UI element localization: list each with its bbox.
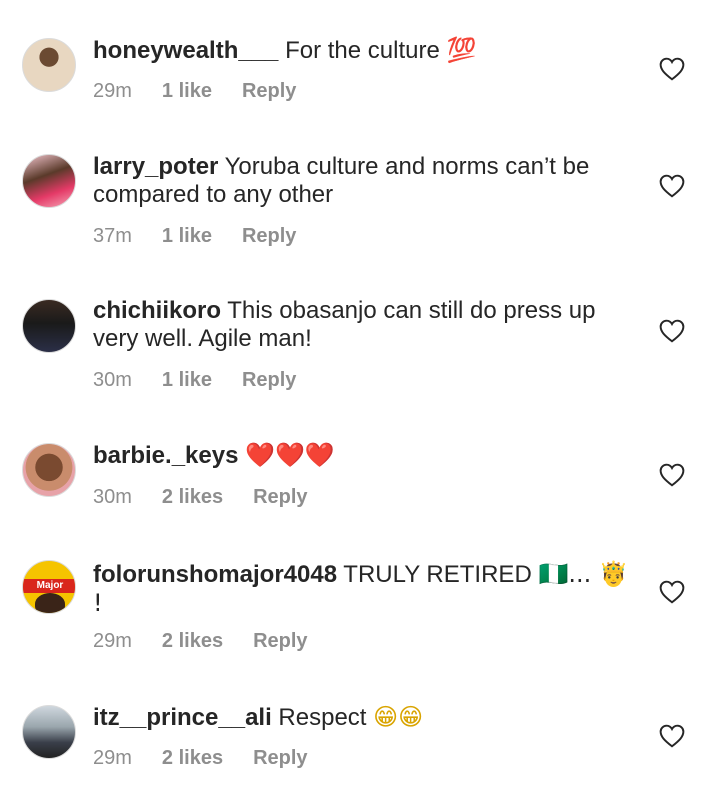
heart-outline-icon[interactable] xyxy=(659,57,685,81)
heart-outline-icon[interactable] xyxy=(659,724,685,748)
comment-time: 37m xyxy=(93,225,132,247)
comment-meta: 29m 2 likes Reply xyxy=(93,747,338,770)
comment-meta: 30m 2 likes Reply xyxy=(93,486,338,509)
comment-emoji: 😁😁 xyxy=(373,703,424,731)
heart-outline-icon[interactable] xyxy=(659,174,685,198)
comment-time: 29m xyxy=(93,80,132,102)
comment-username[interactable]: honeywealth___ xyxy=(93,37,278,64)
user-avatar[interactable] xyxy=(22,154,76,208)
comment-username[interactable]: itz__prince__ali xyxy=(93,704,272,731)
comment-likes[interactable]: 1 like xyxy=(162,80,212,103)
comment-username[interactable]: folorunshomajor4048 xyxy=(93,561,337,588)
reply-button[interactable]: Reply xyxy=(253,747,307,770)
comment-text: Respect xyxy=(271,704,374,731)
reply-button[interactable]: Reply xyxy=(242,369,296,392)
comment-body: honeywealth___ For the culture 💯 xyxy=(93,36,633,65)
comment-meta: 29m 1 like Reply xyxy=(93,80,326,103)
comment-username[interactable]: larry_poter xyxy=(93,153,218,180)
comment-body: itz__prince__ali Respect 😁😁 xyxy=(93,703,633,732)
heart-outline-icon[interactable] xyxy=(659,463,685,487)
comment-meta: 37m 1 like Reply xyxy=(93,225,326,248)
comment-likes[interactable]: 1 like xyxy=(162,369,212,392)
reply-button[interactable]: Reply xyxy=(253,486,307,509)
comment-body: larry_poter Yoruba culture and norms can… xyxy=(93,153,633,209)
comment-body: chichiikoro This obasanjo can still do p… xyxy=(93,297,633,353)
comment-body: folorunshomajor4048 TRULY RETIRED 🇳🇬... … xyxy=(93,560,633,618)
comment-time: 29m xyxy=(93,630,132,652)
avatar-badge: Major xyxy=(23,579,75,593)
user-avatar[interactable]: Major xyxy=(22,560,76,614)
user-avatar[interactable] xyxy=(22,443,76,497)
heart-outline-icon[interactable] xyxy=(659,580,685,604)
comment-likes[interactable]: 1 like xyxy=(162,225,212,248)
comment-time: 30m xyxy=(93,486,132,508)
comment-text: For the culture xyxy=(278,37,447,64)
comment-meta: 30m 1 like Reply xyxy=(93,369,326,392)
reply-button[interactable]: Reply xyxy=(242,80,296,103)
comment-time: 30m xyxy=(93,369,132,391)
heart-outline-icon[interactable] xyxy=(659,319,685,343)
comment-emoji: ❤️❤️❤️ xyxy=(245,441,335,469)
comment-text: TRULY RETIRED xyxy=(337,561,539,588)
comment-likes[interactable]: 2 likes xyxy=(162,747,223,770)
comment-meta: 29m 2 likes Reply xyxy=(93,630,338,653)
user-avatar[interactable] xyxy=(22,299,76,353)
comment-likes[interactable]: 2 likes xyxy=(162,486,223,509)
comment-time: 29m xyxy=(93,747,132,769)
user-avatar[interactable] xyxy=(22,38,76,92)
avatar-face xyxy=(35,593,65,613)
comment-username[interactable]: chichiikoro xyxy=(93,297,221,324)
reply-button[interactable]: Reply xyxy=(253,630,307,653)
comment-username[interactable]: barbie._keys xyxy=(93,442,238,469)
user-avatar[interactable] xyxy=(22,705,76,759)
reply-button[interactable]: Reply xyxy=(242,225,296,248)
comment-body: barbie._keys ❤️❤️❤️ xyxy=(93,441,633,470)
comment-emoji: 💯 xyxy=(446,36,477,64)
comment-likes[interactable]: 2 likes xyxy=(162,630,223,653)
